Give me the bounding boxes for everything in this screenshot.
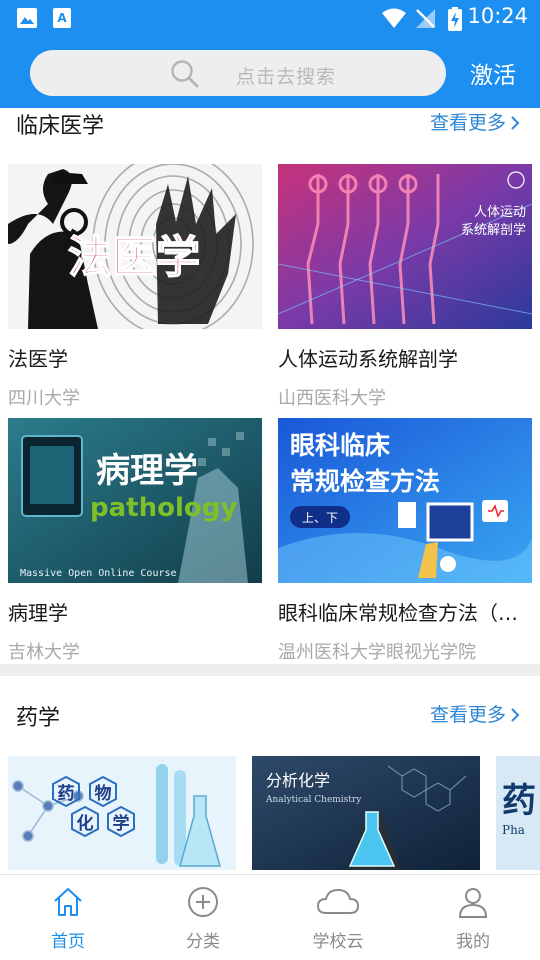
cover-title: 病理学 [96,451,198,491]
course-cover: 药 物 化 学 [8,756,236,870]
course-title: 眼科临床常规检查方法（… [278,601,518,625]
search-placeholder: 点击去搜索 [236,66,337,88]
person-icon [458,888,488,918]
clock: 10:24 [467,4,528,28]
course-card[interactable]: 病理学 pathology Massive Open Online Course… [8,418,262,664]
svg-text:药: 药 [502,781,536,821]
svg-text:化: 化 [77,813,94,834]
course-cover: 分析化学 Analytical Chemistry [252,756,480,870]
svg-text:系统解剖学: 系统解剖学 [461,222,526,238]
course-card[interactable]: 药 物 化 学 [8,756,236,870]
svg-text:常规检查方法: 常规检查方法 [290,467,440,496]
search-bar[interactable]: 点击去搜索 [30,50,446,96]
see-more-label: 查看更多 [430,112,507,134]
cover-tag: 上、下 [302,511,338,525]
wifi-icon [382,8,406,28]
activate-button[interactable]: 激活 [470,56,516,90]
course-cover: 药 Pha [496,756,540,870]
svg-text:物: 物 [95,783,112,804]
cloud-icon [316,888,360,914]
course-cover: 人体运动 系统解剖学 [278,164,532,329]
course-card[interactable]: 法医学 法医学 四川大学 [8,164,262,410]
course-school: 吉林大学 [8,642,80,663]
course-school: 温州医科大学眼视光学院 [278,642,476,663]
course-cover: 病理学 pathology Massive Open Online Course [8,418,262,583]
tab-label: 学校云 [312,932,364,952]
svg-text:眼科临床: 眼科临床 [290,431,390,460]
tab-label: 分类 [186,932,220,952]
tab-mine[interactable]: 我的 [423,885,523,952]
plus-circle-icon [188,887,218,917]
course-title: 法医学 [8,347,68,371]
cover-subtitle: pathology [90,493,237,523]
section-title-pharmacy: 药学 [16,706,61,731]
tab-label: 首页 [51,932,85,952]
tab-category[interactable]: 分类 [153,885,253,952]
no-signal-icon [416,9,435,28]
tab-label: 我的 [456,932,490,952]
tab-school-cloud[interactable]: 学校云 [288,885,388,952]
search-icon [171,60,199,88]
bottom-tab-bar: 首页 分类 学校云 我的 [0,874,540,960]
gallery-icon [17,8,37,28]
svg-text:Pha: Pha [502,823,525,837]
svg-text:人体运动: 人体运动 [474,205,526,220]
section-title-clinical: 临床医学 [16,114,105,139]
cover-caption: Massive Open Online Course [20,568,177,579]
cover-title: 法医学 [68,232,200,283]
svg-text:A: A [57,11,67,25]
section-divider [0,664,540,676]
course-school: 四川大学 [8,388,80,409]
svg-text:药: 药 [58,783,75,804]
course-card[interactable]: 分析化学 Analytical Chemistry [252,756,480,870]
home-icon [54,888,82,916]
course-title: 病理学 [8,601,68,625]
status-bar: A 10:24 [0,0,540,36]
course-school: 山西医科大学 [278,388,386,409]
course-card[interactable]: 眼科临床 常规检查方法 上、下 眼科临床常规检查方法（… 温州医科大学眼视光学院 [278,418,532,664]
app-header: A 10:24 点击去搜索 激活 [0,0,540,108]
tab-home[interactable]: 首页 [18,885,118,952]
app-store-icon: A [53,8,71,28]
chevron-right-icon [511,707,520,722]
see-more-clinical-button[interactable]: 查看更多 [430,108,520,135]
course-card[interactable]: 药 Pha [496,756,540,870]
course-title: 人体运动系统解剖学 [278,347,458,371]
see-more-pharmacy-button[interactable]: 查看更多 [430,700,520,727]
chevron-right-icon [511,115,520,130]
svg-text:Analytical Chemistry: Analytical Chemistry [265,795,362,805]
course-card[interactable]: 人体运动 系统解剖学 人体运动系统解剖学 山西医科大学 [278,164,532,410]
svg-text:分析化学: 分析化学 [266,771,330,790]
see-more-label: 查看更多 [430,704,507,726]
course-cover: 眼科临床 常规检查方法 上、下 [278,418,532,583]
battery-charging-icon [448,7,462,31]
course-cover: 法医学 [8,164,262,329]
svg-text:学: 学 [113,813,130,834]
